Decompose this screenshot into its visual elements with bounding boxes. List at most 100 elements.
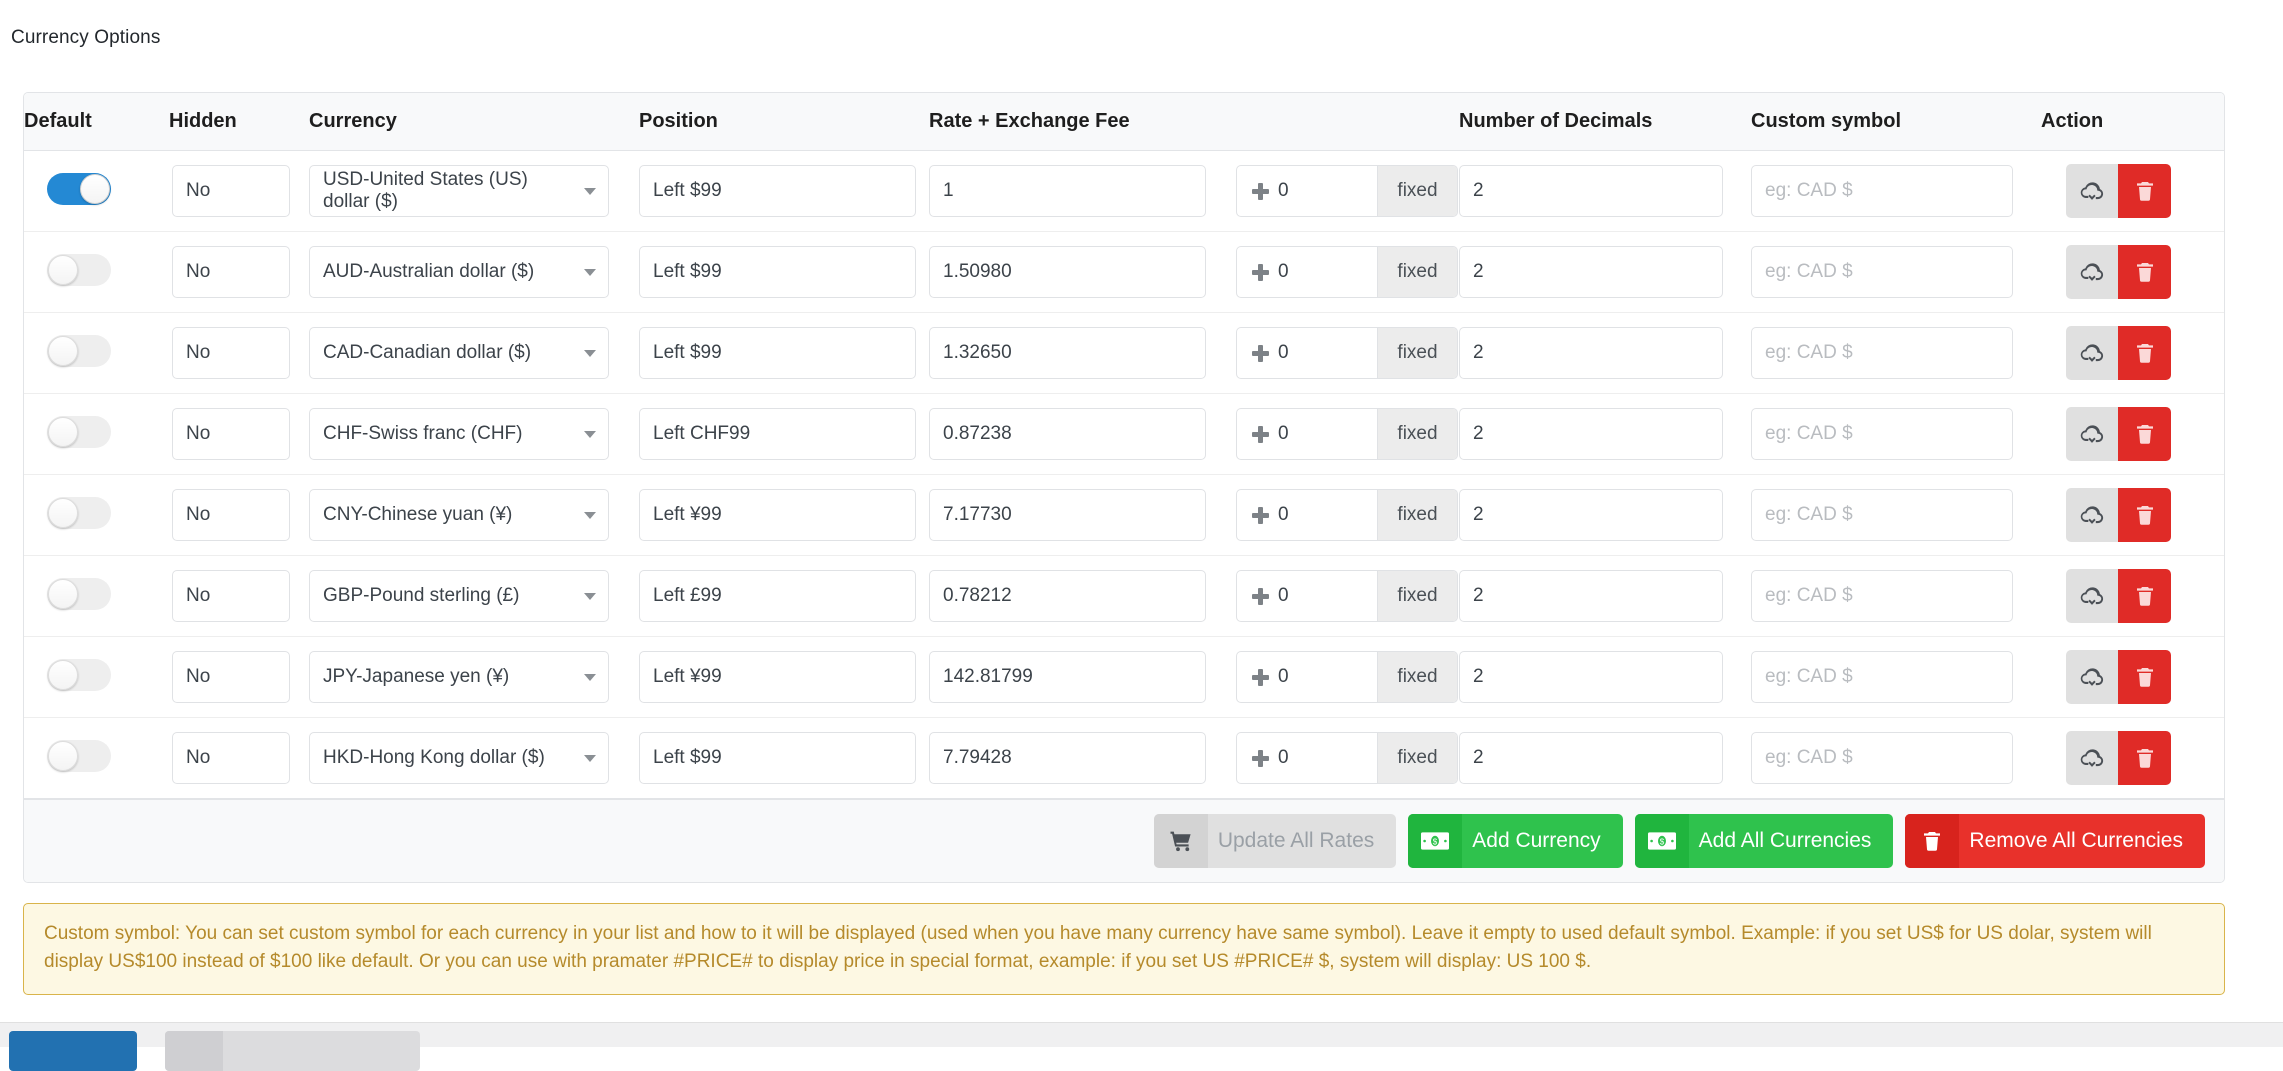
custom-symbol-field[interactable] (1751, 489, 2013, 541)
exchange-fee-field[interactable] (1237, 409, 1377, 459)
decimals-field[interactable] (1459, 327, 1723, 379)
download-rate-button[interactable] (2066, 650, 2118, 704)
download-rate-button[interactable] (2066, 245, 2118, 299)
add-all-currencies-button[interactable]: $ Add All Currencies (1634, 814, 1894, 868)
rate-field[interactable] (929, 165, 1206, 217)
exchange-fee-field[interactable] (1237, 652, 1377, 702)
rate-field[interactable] (929, 408, 1206, 460)
decimals-field[interactable] (1459, 165, 1723, 217)
exchange-fee-field[interactable] (1237, 733, 1377, 783)
update-all-rates-button[interactable]: Update All Rates (1153, 814, 1397, 868)
exchange-fee-field[interactable] (1237, 166, 1377, 216)
default-currency-toggle[interactable] (47, 739, 111, 772)
fee-unit-toggle[interactable]: fixed (1377, 247, 1457, 297)
decimals-field[interactable] (1459, 489, 1723, 541)
default-currency-toggle[interactable] (47, 334, 111, 367)
hidden-field[interactable] (172, 489, 290, 541)
rate-field[interactable] (929, 489, 1206, 541)
secondary-bottom-button[interactable] (165, 1031, 420, 1071)
default-currency-toggle[interactable] (47, 253, 111, 286)
rate-field[interactable] (929, 651, 1206, 703)
position-field[interactable] (639, 489, 916, 541)
decimals-field[interactable] (1459, 570, 1723, 622)
custom-symbol-field[interactable] (1751, 327, 2013, 379)
currency-select[interactable]: CAD-Canadian dollar ($) (309, 327, 609, 379)
default-currency-toggle[interactable] (47, 496, 111, 529)
download-rate-button[interactable] (2066, 731, 2118, 785)
fee-unit-toggle[interactable]: fixed (1377, 166, 1457, 216)
rate-field[interactable] (929, 570, 1206, 622)
custom-symbol-field[interactable] (1751, 570, 2013, 622)
currency-select[interactable]: JPY-Japanese yen (¥) (309, 651, 609, 703)
exchange-fee-field[interactable] (1237, 490, 1377, 540)
table-row: HKD-Hong Kong dollar ($) fixed (24, 717, 2224, 799)
button-label: Add Currency (1472, 829, 1601, 852)
hidden-field[interactable] (172, 408, 290, 460)
hidden-field[interactable] (172, 651, 290, 703)
download-rate-button[interactable] (2066, 164, 2118, 218)
default-currency-toggle[interactable] (47, 577, 111, 610)
decimals-field[interactable] (1459, 732, 1723, 784)
rate-field[interactable] (929, 732, 1206, 784)
rate-field[interactable] (929, 246, 1206, 298)
download-rate-button[interactable] (2066, 488, 2118, 542)
hidden-field[interactable] (172, 327, 290, 379)
fee-unit-toggle[interactable]: fixed (1377, 652, 1457, 702)
download-rate-button[interactable] (2066, 326, 2118, 380)
cell-rate (929, 636, 1219, 718)
position-field[interactable] (639, 570, 916, 622)
position-field[interactable] (639, 732, 916, 784)
custom-symbol-field[interactable] (1751, 651, 2013, 703)
decimals-field[interactable] (1459, 651, 1723, 703)
remove-all-currencies-button[interactable]: Remove All Currencies (1905, 814, 2205, 868)
position-field[interactable] (639, 165, 916, 217)
column-header-default: Default (24, 93, 169, 151)
default-currency-toggle[interactable] (47, 415, 111, 448)
currency-select[interactable]: CNY-Chinese yuan (¥) (309, 489, 609, 541)
delete-currency-button[interactable] (2118, 326, 2171, 380)
fee-unit-toggle[interactable]: fixed (1377, 571, 1457, 621)
hidden-field[interactable] (172, 570, 290, 622)
exchange-fee-field[interactable] (1237, 328, 1377, 378)
delete-currency-button[interactable] (2118, 245, 2171, 299)
fee-unit-toggle[interactable]: fixed (1377, 409, 1457, 459)
secondary-bottom-button-icon (165, 1031, 223, 1071)
fee-unit-toggle[interactable]: fixed (1377, 733, 1457, 783)
currency-select[interactable]: GBP-Pound sterling (£) (309, 570, 609, 622)
currency-select[interactable]: CHF-Swiss franc (CHF) (309, 408, 609, 460)
delete-currency-button[interactable] (2118, 569, 2171, 623)
custom-symbol-field[interactable] (1751, 732, 2013, 784)
column-header-action: Action (2041, 93, 2224, 151)
custom-symbol-field[interactable] (1751, 165, 2013, 217)
hidden-field[interactable] (172, 732, 290, 784)
download-rate-button[interactable] (2066, 569, 2118, 623)
position-field[interactable] (639, 651, 916, 703)
position-field[interactable] (639, 327, 916, 379)
hidden-field[interactable] (172, 246, 290, 298)
exchange-fee-field[interactable] (1237, 571, 1377, 621)
position-field[interactable] (639, 246, 916, 298)
delete-currency-button[interactable] (2118, 650, 2171, 704)
currency-select[interactable]: HKD-Hong Kong dollar ($) (309, 732, 609, 784)
delete-currency-button[interactable] (2118, 488, 2171, 542)
default-currency-toggle[interactable] (47, 172, 111, 205)
position-field[interactable] (639, 408, 916, 460)
default-currency-toggle[interactable] (47, 658, 111, 691)
delete-currency-button[interactable] (2118, 407, 2171, 461)
hidden-field[interactable] (172, 165, 290, 217)
save-changes-button[interactable] (9, 1031, 137, 1071)
currency-select[interactable]: AUD-Australian dollar ($) (309, 246, 609, 298)
fee-unit-toggle[interactable]: fixed (1377, 490, 1457, 540)
rate-field[interactable] (929, 327, 1206, 379)
delete-currency-button[interactable] (2118, 164, 2171, 218)
custom-symbol-field[interactable] (1751, 408, 2013, 460)
decimals-field[interactable] (1459, 408, 1723, 460)
decimals-field[interactable] (1459, 246, 1723, 298)
exchange-fee-field[interactable] (1237, 247, 1377, 297)
delete-currency-button[interactable] (2118, 731, 2171, 785)
download-rate-button[interactable] (2066, 407, 2118, 461)
fee-unit-toggle[interactable]: fixed (1377, 328, 1457, 378)
currency-select[interactable]: USD-United States (US) dollar ($) (309, 165, 609, 217)
custom-symbol-field[interactable] (1751, 246, 2013, 298)
add-currency-button[interactable]: $ Add Currency (1408, 814, 1623, 868)
